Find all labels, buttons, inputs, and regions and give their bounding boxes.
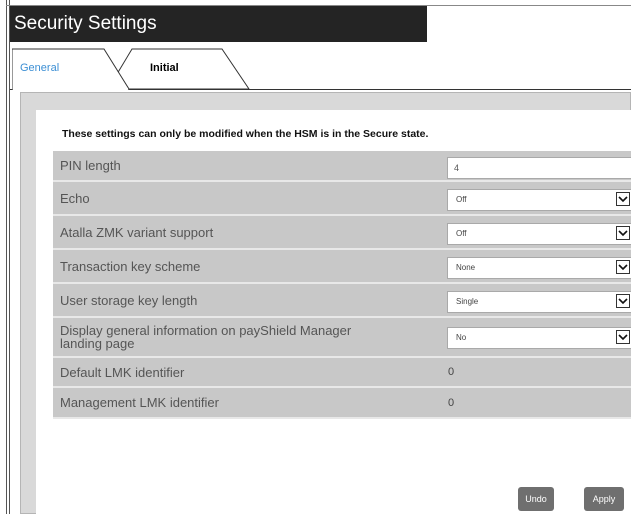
atalla-zmk-select[interactable]: Off	[447, 223, 631, 245]
setting-row-display-general-info: Display general information on payShield…	[53, 318, 631, 358]
setting-row-management-lmk-identifier: Management LMK identifier 0	[53, 388, 631, 419]
display-general-info-select[interactable]: No	[447, 327, 631, 349]
default-lmk-identifier-value: 0	[448, 366, 455, 378]
window-border-inner	[9, 0, 10, 514]
echo-select[interactable]: Off	[447, 189, 631, 211]
tab-general-label: General	[20, 62, 60, 74]
settings-table: PIN length 4 Echo Off Atalla ZMK variant…	[53, 151, 631, 419]
setting-label: Transaction key scheme	[60, 258, 201, 274]
setting-row-default-lmk-identifier: Default LMK identifier 0	[53, 358, 631, 388]
setting-row-pin-length: PIN length 4	[53, 151, 631, 182]
transaction-key-scheme-select[interactable]: None	[447, 257, 631, 279]
management-lmk-identifier-value: 0	[448, 396, 455, 409]
undo-button[interactable]: Undo	[518, 487, 554, 511]
chevron-down-icon[interactable]	[616, 192, 630, 206]
setting-value-cell: Off	[445, 216, 631, 248]
setting-label: User storage key length	[60, 292, 198, 308]
setting-label: PIN length	[60, 158, 121, 173]
setting-row-transaction-key-scheme: Transaction key scheme None	[53, 250, 631, 284]
setting-label: Display general information on payShield…	[60, 323, 352, 351]
setting-label: Default LMK identifier	[60, 364, 185, 380]
setting-value-cell: No	[445, 318, 631, 356]
window-border-outer	[6, 0, 7, 514]
setting-label: Echo	[60, 190, 90, 206]
echo-select-value: Off	[456, 195, 467, 204]
chevron-down-icon[interactable]	[616, 260, 630, 274]
setting-value-cell: 4	[445, 151, 631, 180]
setting-value-cell: Off	[445, 182, 631, 214]
chevron-down-icon[interactable]	[616, 294, 630, 308]
tab-general[interactable]: General	[12, 48, 130, 90]
page-title: Security Settings	[10, 6, 427, 42]
chevron-down-icon[interactable]	[616, 330, 630, 344]
setting-value-cell: Single	[445, 284, 631, 316]
setting-row-echo: Echo Off	[53, 182, 631, 216]
user-storage-key-length-select-value: Single	[456, 297, 479, 306]
pin-length-input[interactable]: 4	[447, 157, 631, 179]
setting-value-cell: 0	[445, 388, 631, 417]
setting-label: Management LMK identifier	[60, 395, 219, 410]
tab-initial-label: Initial	[150, 62, 179, 74]
setting-row-atalla-zmk: Atalla ZMK variant support Off	[53, 216, 631, 250]
setting-row-user-storage-key-length: User storage key length Single	[53, 284, 631, 318]
chevron-down-icon[interactable]	[616, 226, 630, 240]
setting-value-cell: None	[445, 250, 631, 282]
atalla-zmk-select-value: Off	[456, 229, 467, 238]
apply-button[interactable]: Apply	[584, 487, 624, 511]
setting-label: Atalla ZMK variant support	[60, 224, 214, 240]
display-general-info-select-value: No	[456, 333, 467, 342]
setting-value-cell: 0	[445, 358, 631, 386]
transaction-key-scheme-select-value: None	[456, 263, 476, 272]
secure-state-notice: These settings can only be modified when…	[62, 128, 429, 140]
user-storage-key-length-select[interactable]: Single	[447, 291, 631, 313]
